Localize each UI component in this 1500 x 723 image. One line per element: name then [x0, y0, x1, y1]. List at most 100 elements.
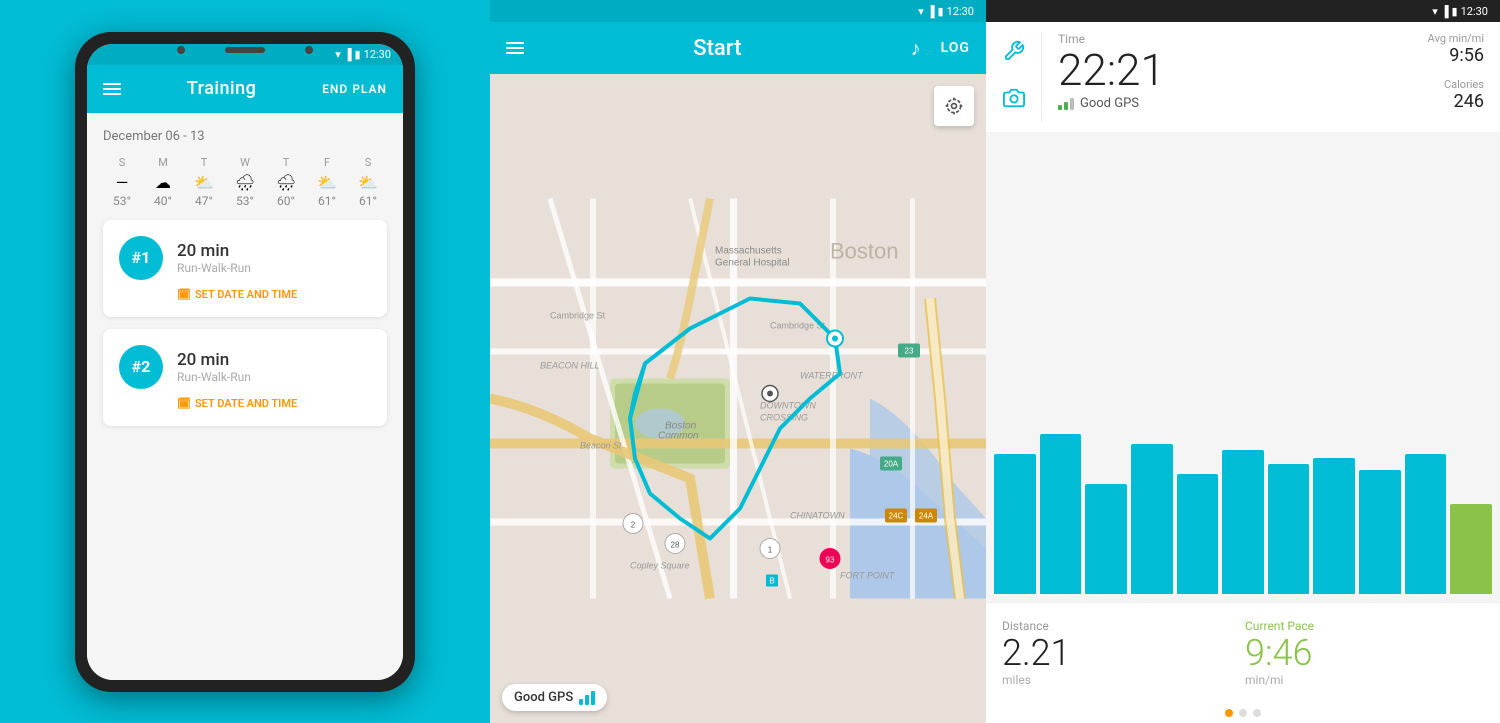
- set-date-time-1[interactable]: 🗓 SET DATE AND TIME: [119, 288, 371, 301]
- log-button[interactable]: LOG: [941, 40, 970, 56]
- wrench-icon[interactable]: [1003, 40, 1025, 67]
- cal-day-t1: T ⛅ 47°: [185, 156, 223, 208]
- end-plan-button[interactable]: END PLAN: [322, 82, 387, 96]
- map-battery-icon: ▮: [938, 5, 944, 18]
- avg-pace-value: 9:56: [1428, 45, 1484, 66]
- stats-bottom-section: Distance 2.21 miles Current Pace 9:46 mi…: [986, 602, 1500, 703]
- svg-text:24C: 24C: [889, 512, 904, 521]
- stats-time-section: Time 22:21 Good GPS Avg min/mi: [1042, 32, 1484, 122]
- distance-unit: miles: [1002, 673, 1241, 687]
- gps-bar-s1: [1058, 105, 1062, 110]
- camera-icon[interactable]: [1003, 87, 1025, 114]
- svg-text:93: 93: [826, 556, 835, 565]
- toolbar-title: Training: [187, 78, 257, 99]
- avg-pace-label: Avg min/mi: [1428, 32, 1484, 45]
- speaker: [225, 47, 265, 53]
- map-status-bar: ▾ ▐ ▮ 12:30: [490, 0, 986, 22]
- distance-cell: Distance 2.21 miles: [1002, 615, 1241, 691]
- svg-text:28: 28: [671, 541, 680, 550]
- workout-card-2: #2 20 min Run-Walk-Run 🗓 SET DATE AND TI…: [103, 329, 387, 426]
- stats-gps-bars: [1058, 98, 1074, 110]
- time-value: 22:21: [1058, 48, 1165, 92]
- stats-gps-label: Good GPS: [1080, 96, 1139, 111]
- workout-duration-1: 20 min: [177, 241, 251, 261]
- map-time-display: 12:30: [947, 5, 974, 18]
- stats-status-bar: ▾ ▐ ▮ 12:30: [986, 0, 1500, 22]
- svg-text:B: B: [769, 577, 774, 586]
- svg-text:General Hospital: General Hospital: [715, 258, 789, 269]
- map-toolbar-title: Start: [693, 36, 741, 61]
- menu-button[interactable]: [103, 83, 121, 95]
- calories-label: Calories: [1444, 78, 1484, 91]
- svg-text:Massachusetts: Massachusetts: [715, 246, 782, 257]
- current-pace-cell: Current Pace 9:46 min/mi: [1245, 615, 1484, 691]
- location-button[interactable]: [934, 86, 974, 126]
- map-area[interactable]: Boston Boston Common BEACON HILL WATERFR…: [490, 74, 986, 723]
- chart-bar-3: [1085, 484, 1127, 594]
- training-content: December 06 - 13 S — 53° M ☁ 40° T: [87, 113, 403, 680]
- svg-text:Copley Square: Copley Square: [630, 561, 690, 571]
- stats-time-display: 12:30: [1461, 5, 1488, 18]
- calories-block: Calories 246: [1444, 78, 1484, 112]
- chart-bar-2: [1040, 434, 1082, 594]
- cal-day-s2: S ⛅ 61°: [349, 156, 387, 208]
- svg-text:FORT POINT: FORT POINT: [840, 571, 896, 581]
- front-camera: [177, 46, 185, 54]
- training-panel: ▾ ▐ ▮ 12:30 Training END PLAN December 0…: [0, 0, 490, 723]
- map-panel: ▾ ▐ ▮ 12:30 Start ♪ LOG: [490, 0, 986, 723]
- svg-text:Beacon St: Beacon St: [580, 441, 622, 451]
- dot-indicator: [986, 703, 1500, 723]
- stats-panel: ▾ ▐ ▮ 12:30: [986, 0, 1500, 723]
- workout-info-1: 20 min Run-Walk-Run: [177, 241, 251, 275]
- chart-bar-7: [1268, 464, 1310, 594]
- training-toolbar: Training END PLAN: [87, 65, 403, 113]
- cal-day-t2: T 🌧 60°: [267, 156, 305, 208]
- gps-status-row: Good GPS: [1058, 96, 1165, 111]
- wifi-icon: ▾: [335, 48, 341, 61]
- gps-bar-3: [591, 691, 595, 705]
- svg-text:2: 2: [631, 521, 636, 530]
- map-background: Boston Boston Common BEACON HILL WATERFR…: [490, 74, 986, 723]
- phone-screen: ▾ ▐ ▮ 12:30 Training END PLAN December 0…: [87, 44, 403, 680]
- svg-text:1: 1: [768, 546, 773, 555]
- gps-bar-s3: [1070, 98, 1074, 110]
- gps-bar-s2: [1064, 102, 1068, 110]
- svg-text:CROSSING: CROSSING: [760, 413, 808, 423]
- cal-day-f: F ⛅ 61°: [308, 156, 346, 208]
- chart-bar-5: [1177, 474, 1219, 594]
- workout-number-2: #2: [119, 345, 163, 389]
- date-range: December 06 - 13: [103, 129, 387, 144]
- set-date-time-2[interactable]: 🗓 SET DATE AND TIME: [119, 397, 371, 410]
- calendar-icon-1: 🗓: [177, 288, 191, 301]
- map-toolbar-right: ♪ LOG: [911, 36, 970, 61]
- stats-top-row: Time 22:21 Good GPS Avg min/mi: [1058, 32, 1484, 112]
- gps-bar-2: [585, 695, 589, 705]
- current-pace-label: Current Pace: [1245, 619, 1484, 633]
- gps-badge: Good GPS: [502, 684, 607, 711]
- svg-text:CHINATOWN: CHINATOWN: [790, 511, 845, 521]
- status-icons: ▾ ▐ ▮ 12:30: [335, 48, 391, 61]
- time-block: Time 22:21 Good GPS: [1058, 32, 1165, 111]
- time-display: 12:30: [364, 48, 391, 61]
- current-pace-value: 9:46: [1245, 635, 1484, 671]
- workout-duration-2: 20 min: [177, 350, 251, 370]
- map-status-icons: ▾ ▐ ▮ 12:30: [918, 5, 974, 18]
- avg-pace-block: Avg min/mi 9:56: [1428, 32, 1484, 66]
- dot-1: [1225, 709, 1233, 717]
- map-menu-button[interactable]: [506, 42, 524, 54]
- calories-value: 246: [1444, 91, 1484, 112]
- distance-label: Distance: [1002, 619, 1241, 633]
- map-toolbar: Start ♪ LOG: [490, 22, 986, 74]
- stats-right-col: Avg min/mi 9:56 Calories 246: [1428, 32, 1484, 112]
- chart-bar-9: [1359, 470, 1401, 594]
- chart-bar-8: [1313, 458, 1355, 594]
- workout-card-1: #1 20 min Run-Walk-Run 🗓 SET DATE AND TI…: [103, 220, 387, 317]
- chart-bar-10: [1405, 454, 1447, 594]
- gps-label: Good GPS: [514, 690, 573, 705]
- workout-type-1: Run-Walk-Run: [177, 261, 251, 275]
- map-svg: Boston Boston Common BEACON HILL WATERFR…: [490, 74, 986, 723]
- map-signal-icon: ▐: [927, 5, 935, 18]
- signal-icon: ▐: [344, 48, 352, 61]
- workout-row-2: #2 20 min Run-Walk-Run: [119, 345, 371, 389]
- music-icon[interactable]: ♪: [911, 36, 921, 61]
